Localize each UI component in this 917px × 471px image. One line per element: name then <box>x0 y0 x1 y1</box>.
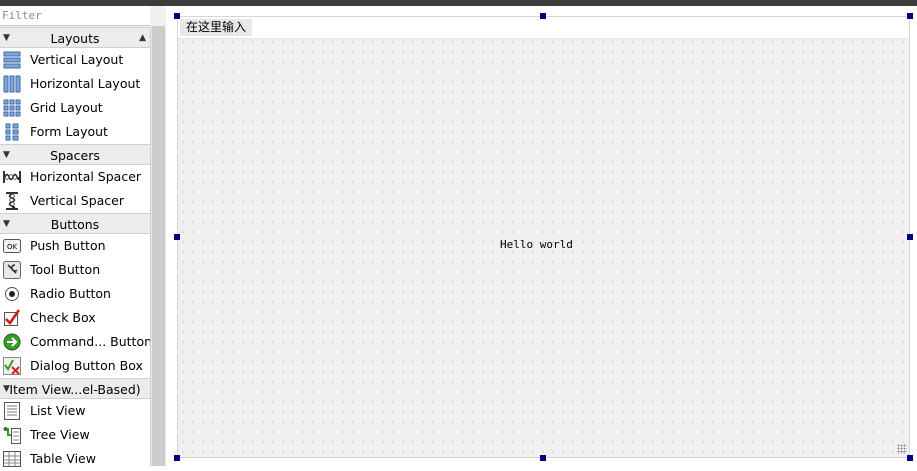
selection-handle-top-right[interactable] <box>907 13 913 19</box>
category-title: Layouts <box>50 31 100 46</box>
scrollbar-thumb[interactable] <box>152 26 165 466</box>
widget-item-dialog-button-box[interactable]: Dialog Button Box <box>0 354 150 378</box>
widget-item-form-layout[interactable]: Form Layout <box>0 120 150 144</box>
selection-handle-top[interactable] <box>540 13 546 19</box>
list-view-icon <box>3 402 21 420</box>
selection-handle-bottom[interactable] <box>540 455 546 461</box>
widget-item-vertical-layout[interactable]: Vertical Layout <box>0 48 150 72</box>
chevron-down-icon: ▼ <box>3 33 10 43</box>
category-title: Spacers <box>50 148 100 163</box>
form-canvas[interactable] <box>177 16 910 458</box>
tool-button-icon <box>3 261 21 279</box>
widget-item-command-link-button[interactable]: Command... Button <box>0 330 153 354</box>
widget-item-horizontal-layout[interactable]: Horizontal Layout <box>0 72 150 96</box>
chevron-down-icon: ▼ <box>3 384 10 394</box>
widget-item-label: Check Box <box>30 310 96 325</box>
selection-handle-bottom-right[interactable] <box>907 455 913 461</box>
widget-item-grid-layout[interactable]: Grid Layout <box>0 96 150 120</box>
chevron-down-icon: ▼ <box>3 219 10 229</box>
widget-item-vertical-spacer[interactable]: Vertical Spacer <box>0 189 150 213</box>
radio-button-icon <box>3 285 21 303</box>
size-grip-icon[interactable] <box>897 444 907 454</box>
selection-handle-top-left[interactable] <box>174 13 180 19</box>
selection-handle-bottom-left[interactable] <box>174 455 180 461</box>
widget-item-horizontal-spacer[interactable]: Horizontal Spacer <box>0 165 150 189</box>
widget-box-scrollbar[interactable] <box>150 26 166 466</box>
widget-item-label: Push Button <box>30 238 106 253</box>
category-buttons[interactable]: ▼ Buttons <box>0 213 150 234</box>
form-layout-icon <box>3 123 21 141</box>
grid-layout-icon <box>3 99 21 117</box>
chevron-down-icon: ▼ <box>3 150 10 160</box>
widget-item-label: Horizontal Spacer <box>30 169 142 184</box>
form-menu-bar[interactable]: 在这里输入 <box>178 17 909 39</box>
hello-label[interactable]: Hello world <box>500 238 573 251</box>
horizontal-spacer-icon <box>3 168 21 186</box>
push-button-icon: OK <box>3 237 21 255</box>
tree-view-icon <box>3 426 21 444</box>
category-title: Buttons <box>50 217 100 232</box>
widget-box: Filter ▼ Layouts ▲ Vertical Layout Horiz… <box>0 6 166 471</box>
widget-item-label: List View <box>30 403 86 418</box>
horizontal-layout-icon <box>3 75 21 93</box>
category-item-views[interactable]: ▼ Item View...el-Based) <box>0 378 150 399</box>
widget-item-label: Grid Layout <box>30 100 103 115</box>
widget-item-label: Tree View <box>30 427 90 442</box>
widget-item-label: Radio Button <box>30 286 111 301</box>
widget-item-label: Table View <box>30 451 96 466</box>
widget-item-label: Dialog Button Box <box>30 358 143 373</box>
check-box-icon <box>3 309 21 327</box>
category-spacers[interactable]: ▼ Spacers <box>0 144 150 165</box>
widget-item-push-button[interactable]: OK Push Button <box>0 234 150 258</box>
widget-item-tool-button[interactable]: Tool Button <box>0 258 150 282</box>
filter-input[interactable]: Filter <box>0 6 150 26</box>
widget-item-check-box[interactable]: Check Box <box>0 306 150 330</box>
widget-list: ▼ Layouts ▲ Vertical Layout Horizontal L… <box>0 27 153 471</box>
table-view-icon <box>3 450 21 468</box>
selection-handle-right[interactable] <box>907 234 913 240</box>
widget-item-radio-button[interactable]: Radio Button <box>0 282 150 306</box>
widget-item-label: Form Layout <box>30 124 108 139</box>
chevron-up-icon[interactable]: ▲ <box>139 28 146 49</box>
widget-item-label: Vertical Layout <box>30 52 124 67</box>
category-title: Item View...el-Based) <box>9 382 141 397</box>
widget-item-table-view[interactable]: Table View <box>0 447 150 471</box>
widget-item-label: Tool Button <box>30 262 101 277</box>
widget-item-label: Horizontal Layout <box>30 76 141 91</box>
vertical-spacer-icon <box>3 192 21 210</box>
vertical-layout-icon <box>3 51 21 69</box>
widget-item-label: Vertical Spacer <box>30 193 124 208</box>
menu-type-here-placeholder[interactable]: 在这里输入 <box>180 19 253 36</box>
category-layouts[interactable]: ▼ Layouts ▲ <box>0 27 150 48</box>
selection-handle-left[interactable] <box>174 234 180 240</box>
widget-item-tree-view[interactable]: Tree View <box>0 423 150 447</box>
dialog-button-box-icon <box>3 357 21 375</box>
command-link-button-icon <box>3 333 21 351</box>
push-button-icon-text: OK <box>7 243 18 251</box>
widget-item-list-view[interactable]: List View <box>0 399 150 423</box>
widget-item-label: Command... Button <box>30 334 153 349</box>
